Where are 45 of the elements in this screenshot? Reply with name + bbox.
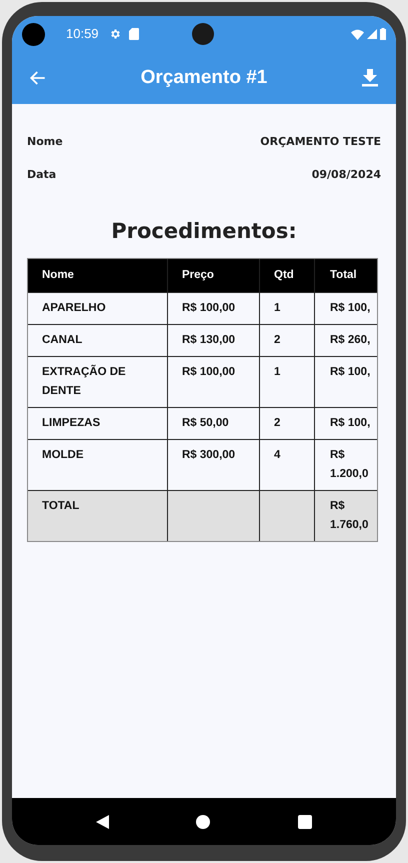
camera-icon <box>22 22 45 46</box>
table-cell: 2 <box>274 334 280 346</box>
column-header: Preço <box>182 268 214 280</box>
table-cell: R$ 1.760,0 <box>330 500 368 530</box>
table-cell: 4 <box>274 448 280 460</box>
clock: 10:59 <box>66 25 99 44</box>
signal-icon <box>367 29 377 39</box>
page-title: Orçamento #1 <box>140 66 268 90</box>
table-cell: TOTAL <box>42 500 80 512</box>
battery-icon <box>380 28 386 40</box>
column-header: Qtd <box>274 268 294 280</box>
table-cell: R$ 260, <box>330 334 370 346</box>
back-nav-button[interactable] <box>96 814 109 828</box>
table-cell: 1 <box>274 302 280 314</box>
field-value: 09/08/2024 <box>312 167 381 184</box>
table-cell: R$ 100,00 <box>182 302 236 314</box>
section-title: Procedimentos: <box>111 218 297 245</box>
table-cell: R$ 100, <box>330 302 370 314</box>
download-icon <box>362 69 378 87</box>
table-cell: R$ 100, <box>330 366 370 378</box>
table-cell: R$ 130,00 <box>182 334 236 346</box>
field-label: Data <box>27 167 56 184</box>
table-cell: R$ 100, <box>330 416 370 428</box>
table-cell: R$ 50,00 <box>182 416 229 428</box>
table-cell: R$ 100,00 <box>182 366 236 378</box>
home-nav-button[interactable] <box>196 814 210 828</box>
column-header: Nome <box>42 268 74 280</box>
table-cell: EXTRAÇÃO DE DENTE <box>42 366 126 396</box>
table-cell: APARELHO <box>42 302 106 314</box>
front-camera <box>192 23 214 45</box>
table-cell: 2 <box>274 416 280 428</box>
field-value: ORÇAMENTO TESTE <box>260 134 381 150</box>
recents-nav-button[interactable] <box>298 814 312 828</box>
table-cell: R$ 300,00 <box>182 448 236 460</box>
table-cell: 1 <box>274 366 280 378</box>
settings-icon <box>108 28 121 40</box>
table-cell: LIMPEZAS <box>42 416 100 428</box>
table-cell: R$ 1.200,0 <box>330 448 368 480</box>
table-cell: MOLDE <box>42 448 84 460</box>
column-header: Total <box>330 268 357 280</box>
field-label: Nome <box>27 134 63 150</box>
sd-card-icon <box>128 28 139 40</box>
wifi-icon <box>351 28 364 40</box>
table-cell: CANAL <box>42 334 82 346</box>
back-arrow-icon <box>29 69 47 87</box>
